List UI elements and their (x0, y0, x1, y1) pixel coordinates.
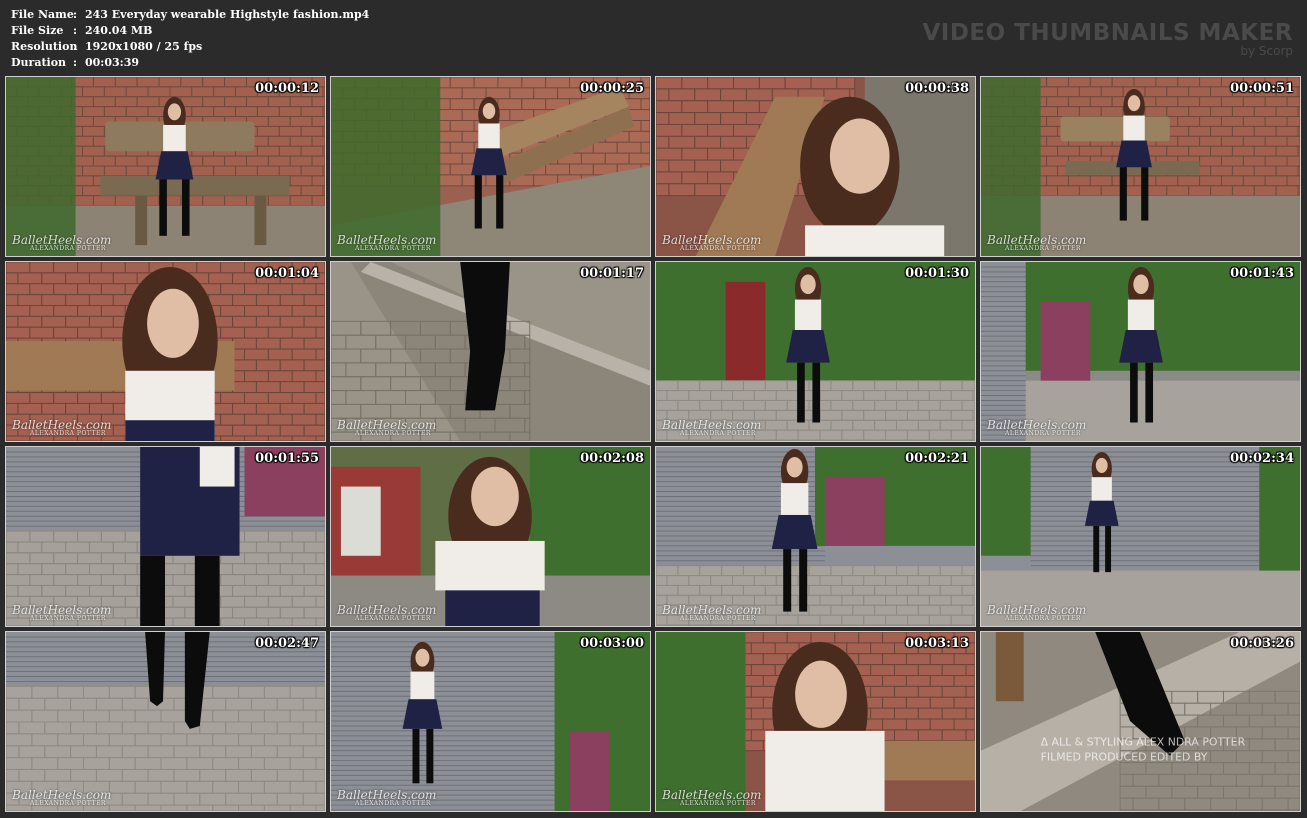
video-thumbnail[interactable]: BalletHeels.com ALEXANDRA POTTER 00:02:21 (655, 446, 976, 627)
thumbnail-frame-image (981, 77, 1300, 256)
watermark-logo: BalletHeels.com ALEXANDRA POTTER (12, 418, 112, 437)
info-label: File Size (11, 24, 64, 37)
info-label: Resolution (11, 40, 78, 53)
timestamp-label: 00:00:12 (255, 81, 319, 96)
watermark-logo: BalletHeels.com ALEXANDRA POTTER (12, 788, 112, 807)
resolution-row: Resolution : 1920x1080 / 25 fps (11, 40, 203, 53)
video-thumbnail[interactable]: BalletHeels.com ALEXANDRA POTTER 00:03:00 (330, 631, 651, 812)
thumbnail-frame-image (331, 447, 650, 626)
watermark-logo: BalletHeels.com ALEXANDRA POTTER (12, 233, 112, 252)
brand-logo: VIDEO THUMBNAILS MAKER by Scorp (922, 20, 1293, 57)
timestamp-label: 00:02:47 (255, 636, 319, 651)
thumbnail-frame-image (656, 77, 975, 256)
info-value: 00:03:39 (85, 56, 140, 69)
watermark-logo: BalletHeels.com ALEXANDRA POTTER (987, 603, 1087, 622)
video-thumbnail[interactable]: BalletHeels.com ALEXANDRA POTTER 00:00:51 (980, 76, 1301, 257)
watermark-logo: BalletHeels.com ALEXANDRA POTTER (662, 603, 762, 622)
video-thumbnail[interactable]: BalletHeels.com ALEXANDRA POTTER 00:02:34 (980, 446, 1301, 627)
timestamp-label: 00:03:26 (1230, 636, 1294, 651)
thumbnail-frame-image (331, 262, 650, 441)
svg-text:FILMED PRODUCED EDITED BY: FILMED PRODUCED EDITED BY (1041, 751, 1208, 764)
thumbnail-frame-image (6, 632, 325, 811)
watermark-logo: BalletHeels.com ALEXANDRA POTTER (662, 233, 762, 252)
brand-subtitle: by Scorp (1240, 44, 1293, 58)
info-value: 1920x1080 / 25 fps (85, 40, 203, 53)
timestamp-label: 00:01:30 (905, 266, 969, 281)
timestamp-label: 00:02:34 (1230, 451, 1294, 466)
info-label: Duration (11, 56, 67, 69)
timestamp-label: 00:00:51 (1230, 81, 1294, 96)
watermark-logo: BalletHeels.com ALEXANDRA POTTER (987, 418, 1087, 437)
timestamp-label: 00:01:43 (1230, 266, 1294, 281)
timestamp-label: 00:03:13 (905, 636, 969, 651)
info-label: File Name (11, 8, 74, 21)
video-thumbnail[interactable]: BalletHeels.com ALEXANDRA POTTER 00:02:47 (5, 631, 326, 812)
file-size-row: File Size : 240.04 MB (11, 24, 153, 37)
thumbnail-frame-image (331, 632, 650, 811)
thumbnail-frame-image (6, 77, 325, 256)
video-thumbnail[interactable]: BalletHeels.com ALEXANDRA POTTER 00:02:08 (330, 446, 651, 627)
thumbnail-frame-image (656, 447, 975, 626)
thumbnail-frame-image (656, 632, 975, 811)
timestamp-label: 00:02:08 (580, 451, 644, 466)
video-thumbnail[interactable]: BalletHeels.com ALEXANDRA POTTER 00:01:30 (655, 261, 976, 442)
thumbnail-grid: BalletHeels.com ALEXANDRA POTTER 00:00:12 … (5, 76, 1302, 812)
watermark-logo: BalletHeels.com ALEXANDRA POTTER (337, 233, 437, 252)
watermark-logo: BalletHeels.com ALEXANDRA POTTER (337, 788, 437, 807)
timestamp-label: 00:02:21 (905, 451, 969, 466)
thumbnail-frame-image (6, 262, 325, 441)
watermark-logo: BalletHeels.com ALEXANDRA POTTER (337, 418, 437, 437)
timestamp-label: 00:03:00 (580, 636, 644, 651)
video-thumbnail[interactable]: BalletHeels.com ALEXANDRA POTTER 00:01:04 (5, 261, 326, 442)
video-thumbnail[interactable]: Δ ALL & STYLING ALEX NDRA POTTER FILMED … (980, 631, 1301, 812)
video-thumbnail[interactable]: BalletHeels.com ALEXANDRA POTTER 00:00:12 (5, 76, 326, 257)
svg-text:Δ ALL & STYLING ALEX NDRA POTT: Δ ALL & STYLING ALEX NDRA POTTER (1041, 736, 1246, 749)
watermark-logo: BalletHeels.com ALEXANDRA POTTER (337, 603, 437, 622)
timestamp-label: 00:00:25 (580, 81, 644, 96)
thumbnail-frame-image (6, 447, 325, 626)
brand-title: VIDEO THUMBNAILS MAKER (922, 20, 1293, 46)
watermark-logo: BalletHeels.com ALEXANDRA POTTER (12, 603, 112, 622)
timestamp-label: 00:01:04 (255, 266, 319, 281)
watermark-logo: BalletHeels.com ALEXANDRA POTTER (662, 788, 762, 807)
duration-row: Duration : 00:03:39 (11, 56, 140, 69)
file-name-row: File Name : 243 Everyday wearable Highst… (11, 8, 370, 21)
timestamp-label: 00:00:38 (905, 81, 969, 96)
video-thumbnail[interactable]: BalletHeels.com ALEXANDRA POTTER 00:01:17 (330, 261, 651, 442)
video-thumbnail[interactable]: BalletHeels.com ALEXANDRA POTTER 00:00:38 (655, 76, 976, 257)
info-value: 243 Everyday wearable Highstyle fashion.… (85, 8, 370, 21)
thumbnail-frame-image (981, 447, 1300, 626)
timestamp-label: 00:01:17 (580, 266, 644, 281)
file-info-panel: File Name : 243 Everyday wearable Highst… (11, 7, 369, 71)
thumbnail-frame-image (331, 77, 650, 256)
video-thumbnail[interactable]: BalletHeels.com ALEXANDRA POTTER 00:03:13 (655, 631, 976, 812)
watermark-logo: BalletHeels.com ALEXANDRA POTTER (662, 418, 762, 437)
info-value: 240.04 MB (85, 24, 153, 37)
thumbnail-frame-image (981, 262, 1300, 441)
video-thumbnail[interactable]: BalletHeels.com ALEXANDRA POTTER 00:00:25 (330, 76, 651, 257)
watermark-logo: BalletHeels.com ALEXANDRA POTTER (987, 233, 1087, 252)
timestamp-label: 00:01:55 (255, 451, 319, 466)
video-thumbnail[interactable]: BalletHeels.com ALEXANDRA POTTER 00:01:55 (5, 446, 326, 627)
thumbnail-frame-image: Δ ALL & STYLING ALEX NDRA POTTER FILMED … (981, 632, 1300, 811)
thumbnail-frame-image (656, 262, 975, 441)
video-thumbnail[interactable]: BalletHeels.com ALEXANDRA POTTER 00:01:43 (980, 261, 1301, 442)
